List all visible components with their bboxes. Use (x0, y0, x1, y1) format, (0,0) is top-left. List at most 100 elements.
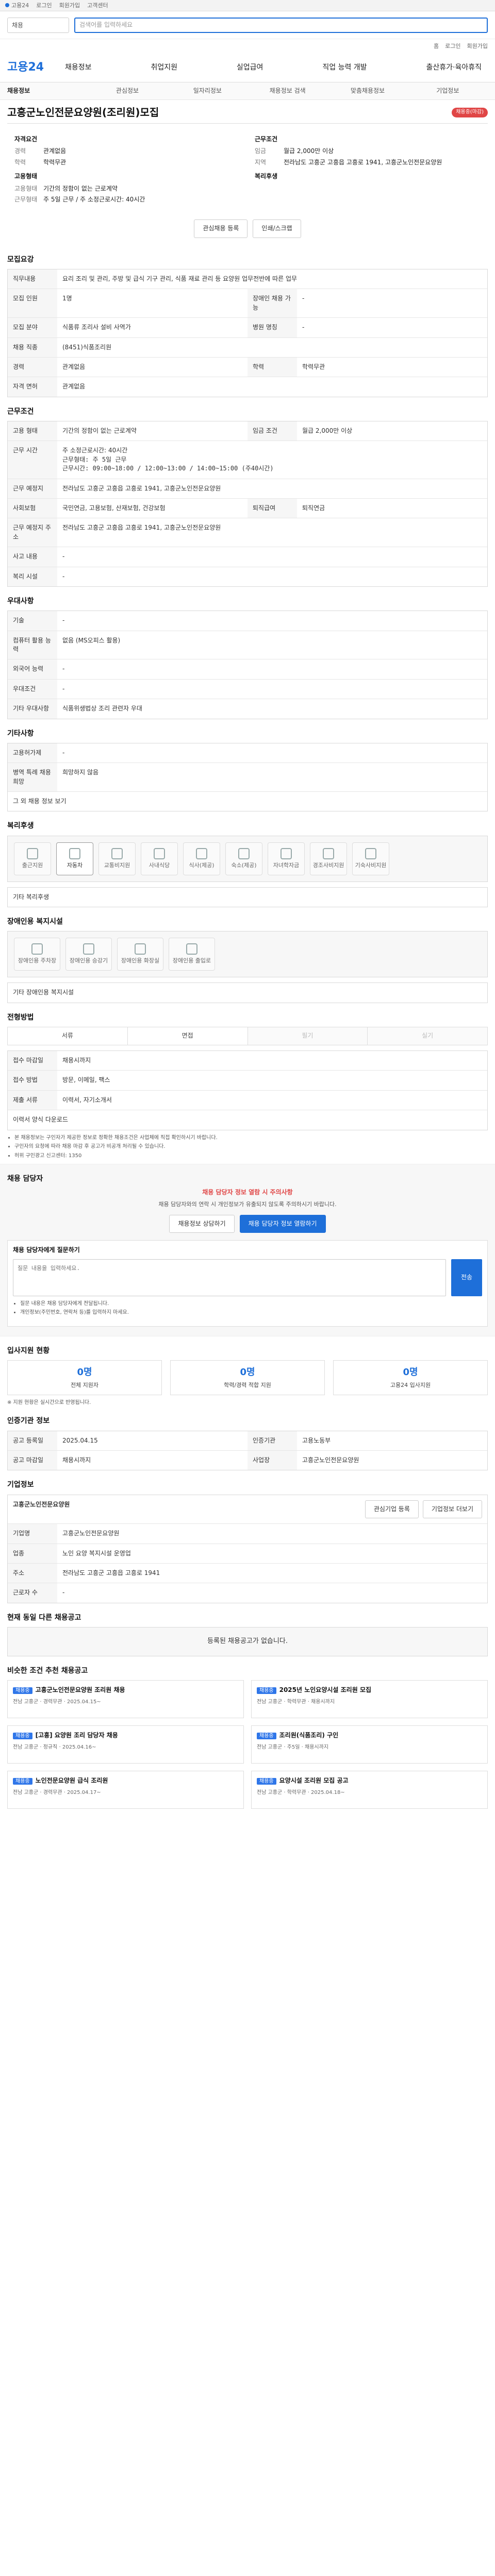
similar-title-text: 조리원(식품조리) 구인 (279, 1732, 339, 1739)
contact-consult-button[interactable]: 채용정보 상담하기 (169, 1214, 235, 1233)
similar-item[interactable]: 채용중 조리원(식품조리) 구인 전남 고흥군 · 주5일 · 채용시까지 (251, 1725, 488, 1764)
util-link-3[interactable]: 회원가입 (467, 42, 488, 50)
status-num: 0명 (403, 1366, 418, 1378)
summary-v: 월급 2,000만 이상 (284, 147, 334, 155)
similar-tag: 채용중 (257, 1733, 276, 1740)
recruit-v: 관계없음 (62, 363, 86, 370)
gnb-item-3[interactable]: 실업급여 (237, 62, 263, 73)
recruit-job-desc-label: 직무내용 (8, 269, 57, 289)
company-v: - (62, 1589, 65, 1597)
similar-title-text: 2025년 노인요양시설 조리원 모집 (279, 1686, 372, 1694)
recruit-k: 채용 직종 (8, 337, 57, 357)
search-category-select[interactable]: 채용 (7, 17, 69, 33)
conditions-k2: 임금 조건 (248, 421, 297, 441)
period-v: 2025.04.15 (62, 1436, 98, 1444)
welfare-chip-label: 경조사비지원 (312, 861, 344, 869)
conditions-time-main: 주 소정근로시간: 40시간 (62, 447, 128, 454)
status-lbl: 학력/경력 적합 지원 (224, 1381, 271, 1388)
subnav-item-2[interactable]: 관심정보 (87, 87, 167, 95)
welfare-section: 복리후생 출근지원 자동차 교통비지원 사내식당 식사(제공) 숙소(제공) 자… (0, 821, 495, 908)
recruit-k2: 병원 명칭 (248, 318, 297, 337)
pref-k: 우대조건 (8, 679, 57, 699)
summary-right: 근무조건 임금 월급 2,000만 이상 지역 전라남도 고흥군 고흥읍 고흥로 1… (248, 130, 488, 206)
disabled-chip: 장애인용 출입로 (169, 938, 215, 971)
pref-k: 기타 우대사항 (8, 699, 57, 719)
similar-item[interactable]: 채용중 2025년 노인요양시설 조리원 모집 전남 고흥군 · 학력무관 · 채용… (251, 1680, 488, 1719)
process-v: 이력서, 자기소개서 (62, 1096, 112, 1104)
welfare-chip-label: 교통비지원 (104, 861, 130, 869)
disabled-more-box: 기타 장애인용 복지시설 (7, 982, 488, 1003)
status-card: 0명 전체 지원자 (7, 1360, 162, 1395)
conditions-time-row: 근무 시간 주 소정근로시간: 40시간 근무형태: 주 5일 근무 근무시간:… (8, 441, 487, 479)
process-tab-practical[interactable]: 실기 (368, 1027, 487, 1045)
recruit-row: 자격 면허 관계없음 (8, 377, 487, 397)
process-tab-written[interactable]: 필기 (248, 1027, 368, 1045)
company-more-button[interactable]: 기업정보 더보기 (422, 1500, 482, 1519)
conditions-k: 고용 형태 (8, 421, 57, 441)
company-section: 기업정보 고흥군노인전문요양원 관심기업 등록 기업정보 더보기 기업명 고흥군노… (0, 1480, 495, 1603)
summary-kv: 고용형태 기간의 정함이 없는 근로계약 (14, 184, 240, 193)
gnb-item-1[interactable]: 채용정보 (65, 62, 92, 73)
process-tab-document[interactable]: 서류 (8, 1027, 128, 1045)
similar-item[interactable]: 채용중 노인전문요양원 급식 조리원 전남 고흥군 · 경력무관 · 2025.04… (7, 1771, 244, 1809)
welfare-chip: 자동차 (56, 842, 93, 875)
similar-item[interactable]: 채용중 요양시설 조리원 모집 공고 전남 고흥군 · 학력무관 · 2025.04… (251, 1771, 488, 1809)
talk-send-button[interactable]: 전송 (451, 1259, 482, 1296)
print-button[interactable]: 인쇄/스크랩 (253, 219, 301, 238)
logo[interactable]: 고용24 (7, 59, 59, 76)
welfare-chip: 식사(제공) (183, 842, 220, 875)
company-k: 주소 (8, 1563, 57, 1583)
subnav-item-1[interactable]: 채용정보 (7, 87, 87, 95)
period-k2: 인증기관 (248, 1431, 297, 1451)
disabled-more-row: 기타 장애인용 복지시설 (8, 983, 487, 1002)
gnb-item-4[interactable]: 직업 능력 개발 (322, 62, 367, 73)
subnav-item-3[interactable]: 일자리정보 (168, 87, 248, 95)
similar-item[interactable]: 채용중 [고흥] 요양원 조리 담당자 채용 전남 고흥군 · 정규직 · 2025… (7, 1725, 244, 1764)
process-note: 구인자의 요청에 따라 채용 마감 후 공고가 비공개 처리될 수 있습니다. (14, 1143, 488, 1151)
global-nav: 고용24 채용정보 취업지원 실업급여 직업 능력 개발 출산휴가·육아휴직 (0, 54, 495, 82)
interest-button[interactable]: 관심채용 등록 (194, 219, 248, 238)
sub-nav: 채용정보 관심정보 일자리정보 채용정보 검색 맞춤채용정보 기업정보 (0, 82, 495, 100)
recruit-k2: 장애인 채용 가능 (248, 289, 297, 318)
welfare-chip-icon (69, 848, 80, 859)
process-hint[interactable]: 이력서 양식 다운로드 (8, 1110, 487, 1129)
topbar-link-2[interactable]: 회원가입 (59, 2, 80, 10)
process-row: 제출 서류 이력서, 자기소개서 (8, 1090, 487, 1111)
util-link-1[interactable]: 홈 (434, 42, 439, 50)
similar-item[interactable]: 채용중 고흥군노인전문요양원 조리원 채용 전남 고흥군 · 경력무관 · 2025… (7, 1680, 244, 1719)
welfare-more: 기타 복리후생 (13, 893, 50, 901)
company-v: 전라남도 고흥군 고흥읍 고흥로 1941 (62, 1569, 160, 1577)
process-k: 접수 방법 (8, 1071, 57, 1090)
process-tab-interview[interactable]: 면접 (128, 1027, 248, 1045)
contact-view-button[interactable]: 채용 담당자 정보 열람하기 (239, 1214, 326, 1233)
other-more[interactable]: 그 외 채용 정보 보기 (8, 792, 487, 811)
subnav-item-5[interactable]: 맞춤채용정보 (327, 87, 407, 95)
job-headline: 고흥군노인전문요양원(조리원)모집 채용중(마감) (7, 100, 488, 123)
subnav-item-4[interactable]: 채용정보 검색 (248, 87, 327, 95)
welfare-chips: 출근지원 자동차 교통비지원 사내식당 식사(제공) 숙소(제공) 자녀학자금 … (14, 842, 481, 875)
subnav-item-6[interactable]: 기업정보 (408, 87, 488, 95)
recruit-v2: - (302, 295, 305, 302)
conditions-v2: 월급 2,000만 이상 (302, 427, 353, 434)
similar-meta: 전남 고흥군 · 학력무관 · 2025.04.18~ (257, 1789, 345, 1795)
topbar-link-1[interactable]: 로그인 (36, 2, 52, 10)
welfare-chip-label: 숙소(제공) (231, 861, 257, 869)
recruit-v: 1명 (62, 295, 72, 302)
conditions-v2: 퇴직연금 (302, 504, 325, 512)
util-link-2[interactable]: 로그인 (445, 42, 460, 50)
gnb-item-5[interactable]: 출산휴가·육아휴직 (426, 62, 482, 73)
pref-row: 우대조건 - (8, 679, 487, 700)
welfare-chip-label: 기숙사비지원 (355, 861, 387, 869)
topbar-link-3[interactable]: 고객센터 (87, 2, 108, 10)
company-interest-button[interactable]: 관심기업 등록 (365, 1500, 419, 1519)
welfare-chip-icon (323, 848, 334, 859)
period-box: 공고 등록일 2025.04.15 인증기관 고용노동부 공고 마감일 채용시까… (7, 1430, 488, 1471)
welfare-chip-label: 식사(제공) (189, 861, 214, 869)
search-input[interactable]: 검색어를 입력하세요 (74, 17, 488, 33)
conditions-k: 복리 시설 (8, 567, 57, 586)
contact-alert: 채용 담당자 정보 열람 시 주의사항 채용 담당자와의 연락 시 개인정보가 … (7, 1188, 488, 1235)
recruit-section: 모집요강 직무내용 요리 조리 및 관리, 주방 및 급식 기구 관리, 식품 … (0, 255, 495, 397)
conditions-title: 근무조건 (7, 407, 34, 416)
gnb-item-2[interactable]: 취업지원 (151, 62, 177, 73)
talk-textarea[interactable] (13, 1259, 446, 1296)
